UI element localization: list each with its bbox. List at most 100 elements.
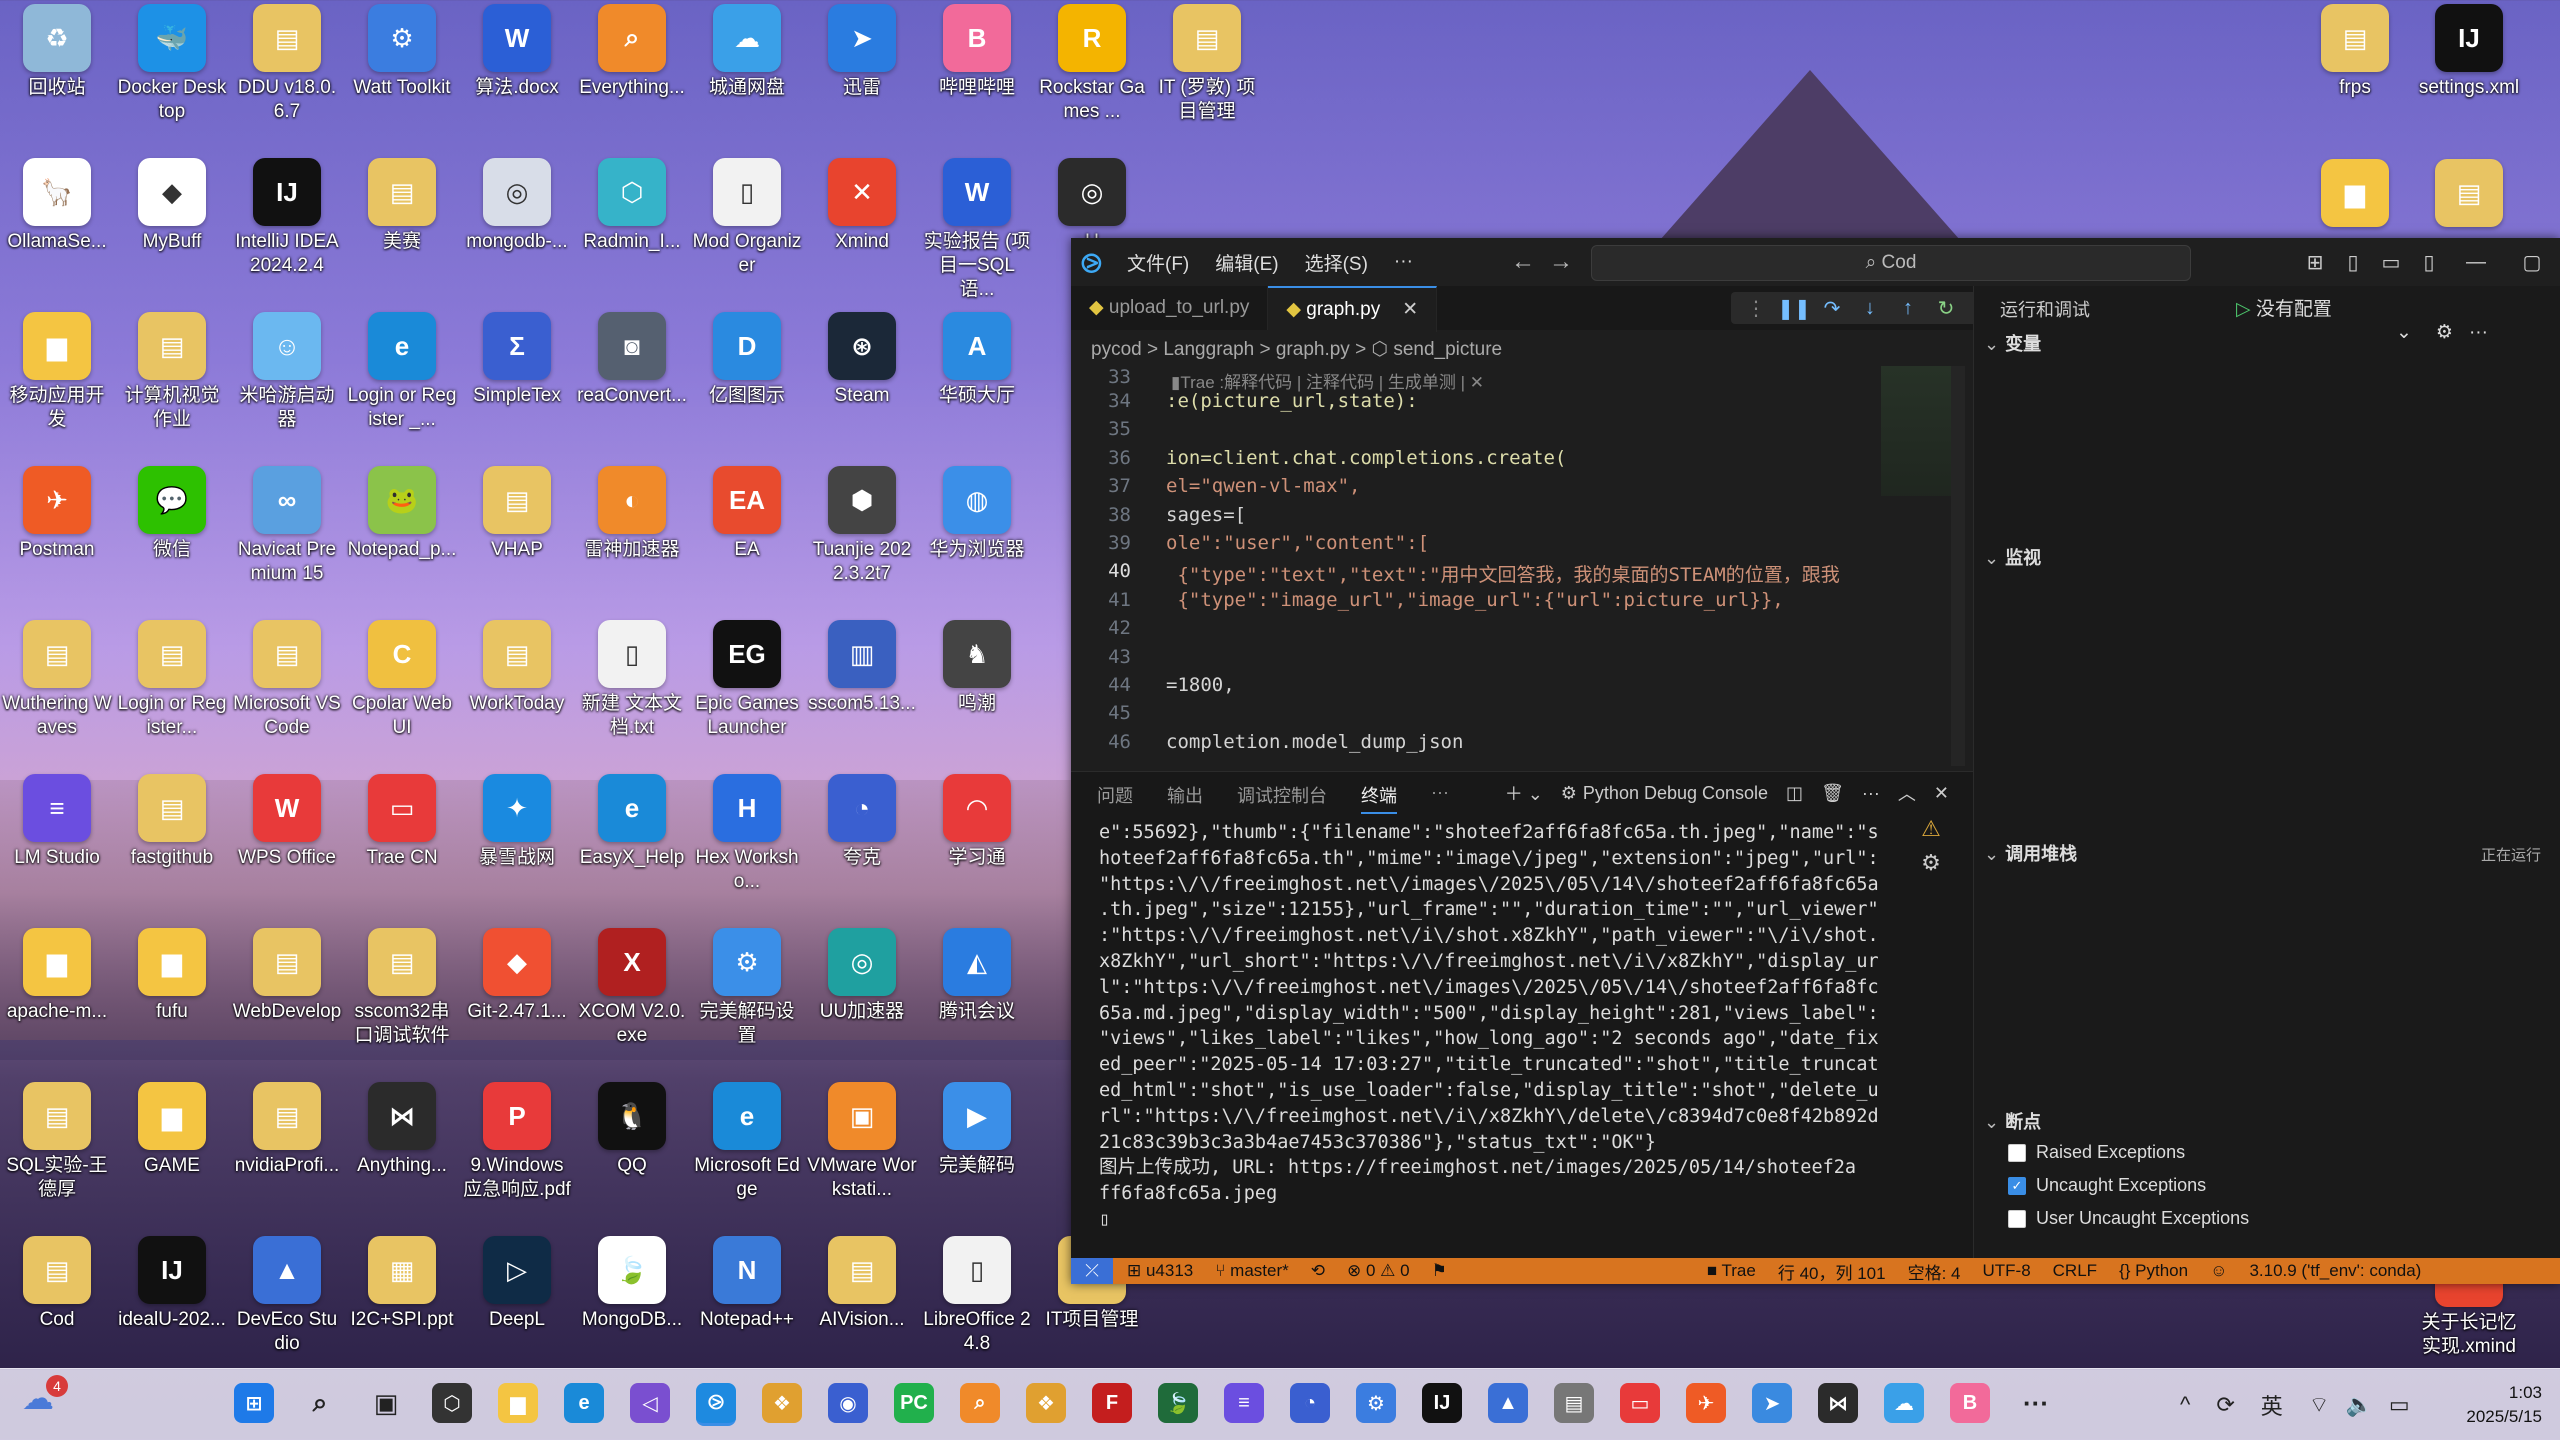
desktop-icon-ea[interactable]: EA EA [692, 462, 802, 612]
tab-debug-console[interactable]: 调试控制台 [1237, 782, 1327, 814]
desktop-icon-微信[interactable]: 💬 微信 [117, 462, 227, 612]
drag-handle-icon[interactable]: ⋮ [1737, 296, 1775, 321]
desktop-icon-城通网盘[interactable]: ☁ 城通网盘 [692, 0, 802, 150]
layout-icon[interactable]: ⊞ [2296, 250, 2334, 275]
show-hidden-icons-icon[interactable]: ^ [2180, 1392, 2190, 1418]
tab-more[interactable]: ··· [1431, 782, 1449, 814]
status-indent[interactable]: 空格: 4 [1908, 1259, 1961, 1284]
desktop-icon-git-2-47-1[interactable]: ◆ Git-2.47.1... [462, 924, 572, 1074]
maximize-icon[interactable]: ▢ [2504, 250, 2560, 275]
taskbar-intellij-icon[interactable]: IJ [1422, 1383, 1462, 1423]
desktop-icon-雷神加速器[interactable]: ◐ 雷神加速器 [577, 462, 687, 612]
desktop-icon-notepad[interactable]: N Notepad++ [692, 1232, 802, 1382]
taskbar-bilibili-icon[interactable]: B [1950, 1383, 1990, 1423]
sync-icon[interactable]: ⟳ [2216, 1392, 2234, 1418]
desktop-icon-radmin-i[interactable]: ⬡ Radmin_I... [577, 154, 687, 304]
desktop-icon-libreoffice-24-8[interactable]: ▯ LibreOffice 24.8 [922, 1232, 1032, 1382]
desktop-icon-算法-docx[interactable]: W 算法.docx [462, 0, 572, 150]
tab-upload-to-url[interactable]: ◆ upload_to_url.py [1071, 286, 1269, 330]
toggle-secondary-sidebar-icon[interactable]: ▯ [2410, 250, 2448, 275]
desktop-icon-鸣潮[interactable]: ♞ 鸣潮 [922, 616, 1032, 766]
desktop-icon-settings-xml[interactable]: IJ settings.xml [2414, 0, 2524, 150]
desktop-icon-docker-desktop[interactable]: 🐳 Docker Desktop [117, 0, 227, 150]
desktop-icon-mod-organizer[interactable]: ▯ Mod Organizer [692, 154, 802, 304]
desktop-icon-xcom-v2-0-exe[interactable]: X XCOM V2.0.exe [577, 924, 687, 1074]
breakpoint-raised[interactable]: Raised Exceptions [2008, 1142, 2185, 1163]
status-position[interactable]: 行 40，列 101 [1778, 1259, 1886, 1284]
taskbar-explorer-icon[interactable]: ▆ [498, 1383, 538, 1423]
forward-arrow-icon[interactable]: → [1549, 248, 1573, 276]
taskbar-lm-studio-icon[interactable]: ≡ [1224, 1383, 1264, 1423]
desktop-icon-ddu-v18-0-6-7[interactable]: ▤ DDU v18.0.6.7 [232, 0, 342, 150]
debug-icon[interactable]: ⚙ [1911, 850, 1951, 876]
desktop-icon-deepl[interactable]: ▷ DeepL [462, 1232, 572, 1382]
desktop-icon-华硕大厅[interactable]: A 华硕大厅 [922, 308, 1032, 458]
desktop-icon-aivision[interactable]: ▤ AIVision... [807, 1232, 917, 1382]
desktop-icon-i2c-spi-ppt[interactable]: ▦ I2C+SPI.ppt [347, 1232, 457, 1382]
debug-status-icon[interactable]: ⚑ [1432, 1261, 1447, 1281]
desktop-icon-亿图图示[interactable]: D 亿图图示 [692, 308, 802, 458]
taskbar-task-view-icon[interactable]: ▣ [366, 1383, 406, 1423]
desktop-icon-mybuff[interactable]: ◆ MyBuff [117, 154, 227, 304]
taskbar-trae-icon[interactable]: ▭ [1620, 1383, 1660, 1423]
desktop-icon-华为浏览器[interactable]: ◍ 华为浏览器 [922, 462, 1032, 612]
desktop-icon-uu加速器[interactable]: ◎ UU加速器 [807, 924, 917, 1074]
status-sync[interactable]: ⟲ [1311, 1261, 1325, 1281]
desktop-icon-intellij-idea-2024-2-4[interactable]: IJ IntelliJ IDEA 2024.2.4 [232, 154, 342, 304]
start-debugging-button[interactable]: ▷ 没有配置 ⌄ ⚙ ··· [2236, 294, 2560, 344]
desktop-icon-迅雷[interactable]: ➤ 迅雷 [807, 0, 917, 150]
taskbar-edge-icon[interactable]: e [564, 1383, 604, 1423]
desktop-icon-idealu-202[interactable]: IJ idealU-202... [117, 1232, 227, 1382]
taskbar-filezilla-icon[interactable]: F [1092, 1383, 1132, 1423]
menu-edit[interactable]: 编辑(E) [1215, 249, 1278, 276]
desktop-icon-腾讯会议[interactable]: ◭ 腾讯会议 [922, 924, 1032, 1074]
desktop-icon-mongodb[interactable]: 🍃 MongoDB... [577, 1232, 687, 1382]
tab-problems[interactable]: 问题 [1097, 782, 1133, 814]
close-panel-icon[interactable]: ✕ [1934, 783, 1949, 804]
checkbox[interactable] [2008, 1143, 2026, 1162]
desktop-icon-simpletex[interactable]: Σ SimpleTex [462, 308, 572, 458]
desktop-icon-microsoft-edge[interactable]: e Microsoft Edge [692, 1078, 802, 1228]
more-actions-icon[interactable]: ··· [1862, 783, 1880, 804]
desktop-icon-easyx-help[interactable]: e EasyX_Help [577, 770, 687, 920]
desktop-icon-sscom32串口调试软件[interactable]: ▤ sscom32串口调试软件 [347, 924, 457, 1074]
status-problems[interactable]: ⊗ 0 ⚠ 0 [1347, 1261, 1410, 1281]
trash-icon[interactable]: 🗑 [1821, 783, 1844, 804]
desktop-icon-9-windows应急响应-pdf[interactable]: P 9.Windows应急响应.pdf [462, 1078, 572, 1228]
status-user[interactable]: ⊞ u4313 [1127, 1261, 1193, 1281]
desktop-icon-学习通[interactable]: ◠ 学习通 [922, 770, 1032, 920]
command-center-search[interactable]: ⌕ Cod [1591, 245, 2191, 281]
desktop-icon-夸克[interactable]: ◔ 夸克 [807, 770, 917, 920]
minimize-icon[interactable]: — [2448, 251, 2504, 274]
status-language[interactable]: {} Python [2119, 1261, 2188, 1281]
menu-more[interactable]: ··· [1394, 251, 1413, 273]
desktop-icon-game[interactable]: ▆ GAME [117, 1078, 227, 1228]
taskbar-more-icon[interactable]: ··· [2016, 1383, 2056, 1423]
step-into-icon[interactable]: ↓ [1851, 297, 1889, 320]
split-terminal-icon[interactable]: ◫ [1786, 783, 1803, 804]
desktop-icon-tuanjie-2022-3-2t7[interactable]: ⬢ Tuanjie 2022.3.2t7 [807, 462, 917, 612]
taskbar-vscode-icon[interactable]: ⧁ [696, 1383, 736, 1426]
copilot-icon[interactable]: ☺ [2210, 1261, 2227, 1281]
desktop-icon-notepad-p[interactable]: 🐸 Notepad_p... [347, 462, 457, 612]
desktop-icon-美赛[interactable]: ▤ 美赛 [347, 154, 457, 304]
restart-icon[interactable]: ↻ [1927, 296, 1965, 321]
taskbar-feishu-icon[interactable]: ➤ [1752, 1383, 1792, 1423]
taskbar-start-icon[interactable]: ⊞ [234, 1383, 274, 1423]
section-breakpoints[interactable]: ⌄ 断点 [1984, 1108, 2041, 1134]
desktop-icon-sql实验-王德厚[interactable]: ▤ SQL实验-王德厚 [2, 1078, 112, 1228]
wifi-icon[interactable]: ⌔ [2309, 1391, 2330, 1419]
volume-icon[interactable]: 🔈 [2345, 1392, 2372, 1418]
taskbar-lark-cloud-icon[interactable]: ☁ [1884, 1383, 1924, 1423]
desktop-icon-hex-worksho[interactable]: H Hex Worksho... [692, 770, 802, 920]
desktop-icon-watt-toolkit[interactable]: ⚙ Watt Toolkit [347, 0, 457, 150]
taskbar-app-blue-icon[interactable]: ◉ [828, 1383, 868, 1423]
maximize-panel-icon[interactable]: ︿ [1898, 780, 1916, 806]
tab-graph[interactable]: ◆ graph.py ✕ [1268, 286, 1438, 332]
input-method-icon[interactable]: 英 [2261, 1389, 2283, 1421]
taskbar-app-dark-icon[interactable]: ⬡ [432, 1383, 472, 1423]
chevron-down-icon[interactable]: ⌄ [2396, 322, 2412, 343]
desktop-icon-xmind[interactable]: ✕ Xmind [807, 154, 917, 304]
desktop-icon-navicat-premium-15[interactable]: ∞ Navicat Premium 15 [232, 462, 342, 612]
desktop-icon-rockstar-games[interactable]: R Rockstar Games ... [1037, 0, 1147, 150]
